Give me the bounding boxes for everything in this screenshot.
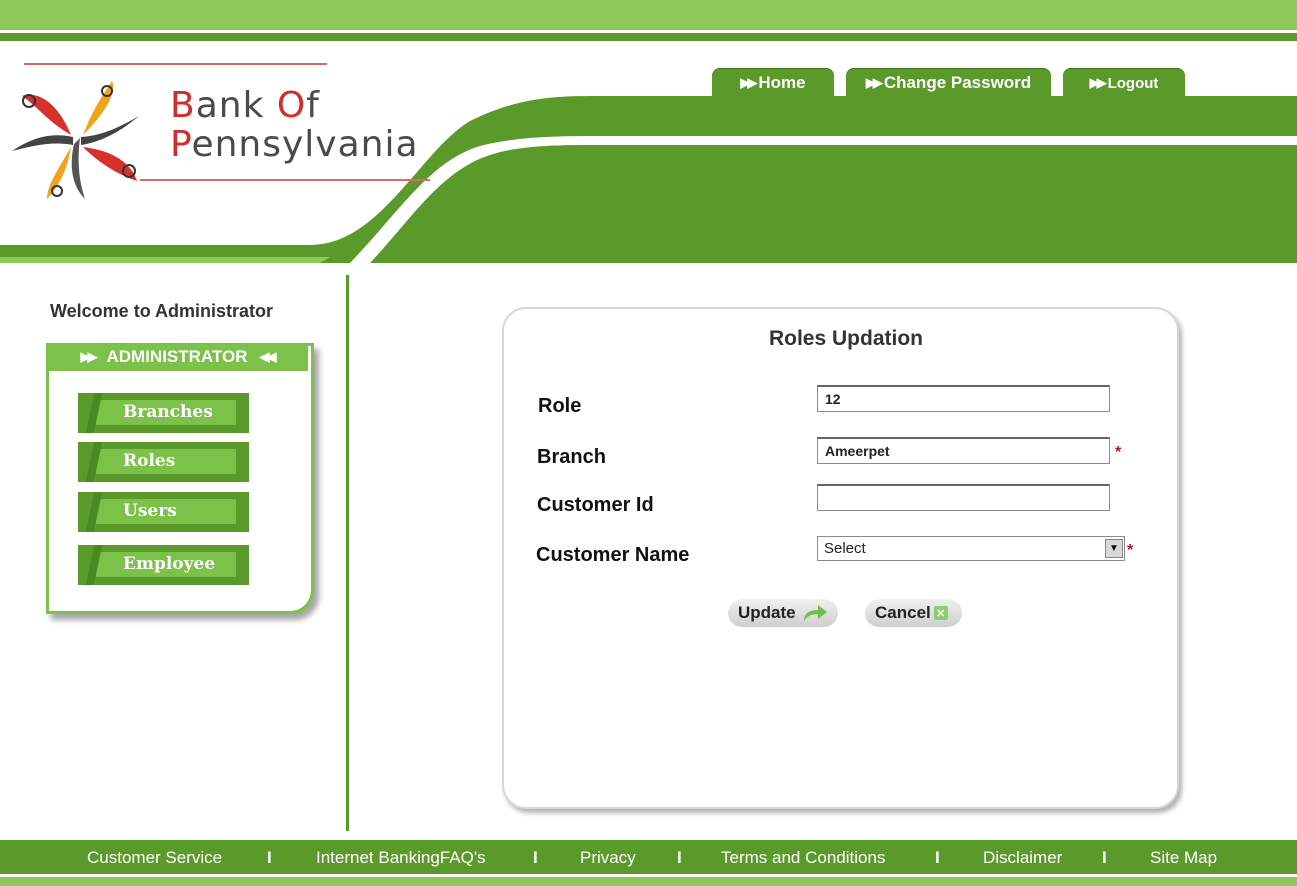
branch-input[interactable]: Ameerpet [817, 437, 1110, 464]
role-label: Role [538, 395, 582, 417]
brand-name-line1: Bank Of [170, 85, 320, 126]
footer-separator: I [267, 848, 272, 867]
double-chevron-icon: ▶▶ [1089, 75, 1107, 90]
sidebar-item-label: Employee [123, 554, 216, 574]
double-chevron-left-icon: ◀◀ [259, 349, 277, 364]
footer-link-site-map[interactable]: Site Map [1150, 848, 1217, 868]
required-marker: * [1127, 542, 1134, 559]
sidebar-item-label: Users [123, 501, 177, 521]
footer-separator: I [677, 848, 682, 867]
customer-id-input[interactable] [817, 484, 1110, 511]
footer-link-disclaimer[interactable]: Disclaimer [983, 848, 1062, 868]
footer-link-faq[interactable]: Internet BankingFAQ's [316, 848, 486, 868]
double-chevron-icon: ▶▶ [740, 75, 757, 90]
sidebar-item-label: Roles [123, 451, 176, 471]
footer-separator: I [1102, 848, 1107, 867]
chevron-down-icon[interactable]: ▼ [1105, 539, 1123, 558]
bank-logo-icon [12, 81, 139, 199]
required-marker: * [1115, 444, 1122, 461]
footer-line [0, 877, 1297, 886]
customer-name-label: Customer Name [536, 544, 690, 566]
footer-link-terms[interactable]: Terms and Conditions [721, 848, 885, 868]
nav-tab-home[interactable]: ▶▶ Home [712, 68, 834, 98]
welcome-text: Welcome to Administrator [50, 301, 274, 321]
admin-panel-header: ▶▶ ADMINISTRATOR ◀◀ [46, 343, 308, 371]
sidebar-item-users[interactable]: Users [78, 492, 249, 532]
footer-separator: I [935, 848, 940, 867]
sidebar-item-employee[interactable]: Employee [78, 545, 249, 585]
sidebar-item-roles[interactable]: Roles [78, 442, 249, 482]
customer-id-label: Customer Id [537, 494, 654, 516]
footer-separator: I [533, 848, 538, 867]
role-input[interactable]: 12 [817, 385, 1110, 412]
form-title: Roles Updation [768, 327, 923, 350]
nav-tab-change-password[interactable]: ▶▶ Change Password [846, 68, 1051, 98]
brand-name-line2: Pennsylvania [170, 124, 419, 165]
top-bar-line [0, 33, 1297, 41]
update-button[interactable]: Update [728, 599, 838, 627]
footer-link-privacy[interactable]: Privacy [580, 848, 636, 868]
double-chevron-right-icon: ▶▶ [80, 349, 97, 364]
nav-tab-logout[interactable]: ▶▶ Logout [1063, 68, 1185, 98]
sidebar-item-branches[interactable]: Branches [78, 393, 249, 433]
customer-name-select[interactable]: Select ▼ [817, 536, 1125, 561]
sidebar-item-label: Branches [123, 402, 213, 422]
branch-label: Branch [537, 446, 606, 468]
top-bar [0, 0, 1297, 30]
double-chevron-icon: ▶▶ [865, 75, 883, 90]
cancel-button[interactable]: Cancel ✕ [865, 599, 962, 627]
arrow-forward-icon [803, 605, 827, 621]
footer-link-customer-service[interactable]: Customer Service [87, 848, 222, 868]
close-icon: ✕ [933, 606, 948, 620]
content-divider [346, 275, 349, 831]
